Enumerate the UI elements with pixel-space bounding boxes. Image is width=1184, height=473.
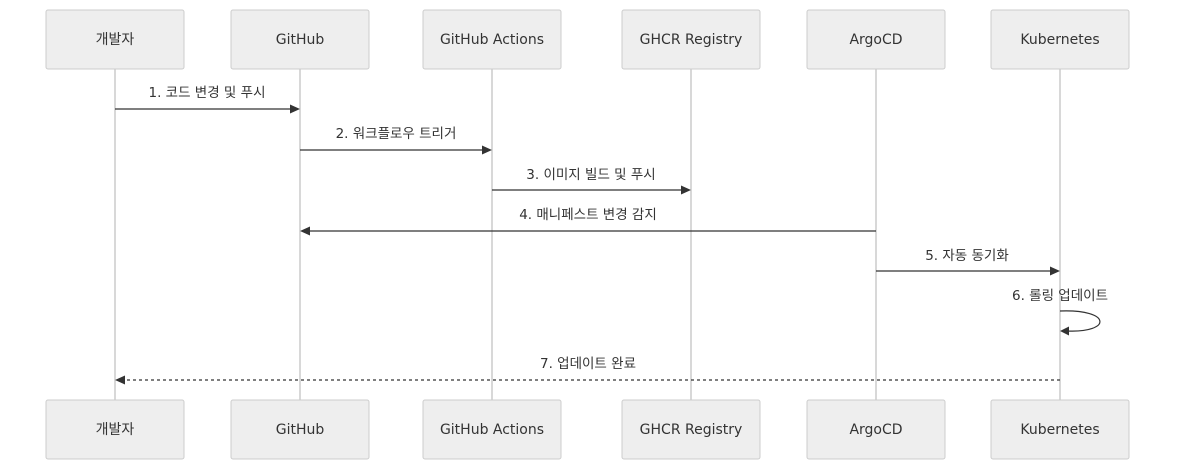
participant-label: ArgoCD <box>849 32 902 48</box>
message-label: 7. 업데이트 완료 <box>540 356 636 372</box>
participant-label: Kubernetes <box>1020 422 1099 438</box>
participant-k8s-top: Kubernetes <box>990 9 1130 70</box>
arrowhead-icon <box>1050 266 1060 276</box>
participant-dev-top: 개발자 <box>45 9 185 70</box>
participant-k8s-bottom: Kubernetes <box>990 399 1130 460</box>
message-4: 4. 매니페스트 변경 감지 <box>300 207 876 236</box>
message-label: 6. 롤링 업데이트 <box>1012 288 1108 304</box>
participant-argocd-top: ArgoCD <box>806 9 946 70</box>
message-7: 7. 업데이트 완료 <box>115 356 1060 385</box>
participant-ghcr-top: GHCR Registry <box>621 9 761 70</box>
participants-top: 개발자 GitHub GitHub Actions GHCR Registry … <box>45 9 1130 70</box>
participant-github-top: GitHub <box>230 9 370 70</box>
sequence-diagram: 개발자 GitHub GitHub Actions GHCR Registry … <box>45 9 1130 460</box>
participant-actions-bottom: GitHub Actions <box>422 399 562 460</box>
participant-label: GitHub Actions <box>440 422 544 438</box>
message-3: 3. 이미지 빌드 및 푸시 <box>492 167 691 195</box>
arrowhead-icon <box>482 145 492 155</box>
participants-bottom: 개발자 GitHub GitHub Actions GHCR Registry … <box>45 399 1130 460</box>
participant-label: Kubernetes <box>1020 32 1099 48</box>
participant-ghcr-bottom: GHCR Registry <box>621 399 761 460</box>
participant-label: GitHub Actions <box>440 32 544 48</box>
participant-label: GitHub <box>276 32 325 48</box>
participant-label: ArgoCD <box>849 422 902 438</box>
participant-argocd-bottom: ArgoCD <box>806 399 946 460</box>
arrowhead-icon <box>300 226 310 236</box>
message-label: 1. 코드 변경 및 푸시 <box>149 85 266 101</box>
participant-label: GitHub <box>276 422 325 438</box>
participant-label: 개발자 <box>96 32 135 48</box>
participant-label: GHCR Registry <box>640 32 743 48</box>
messages: 1. 코드 변경 및 푸시 2. 워크플로우 트리거 3. 이미지 빌드 및 푸… <box>115 85 1108 385</box>
arrowhead-icon <box>115 375 125 385</box>
message-5: 5. 자동 동기화 <box>876 248 1060 276</box>
message-label: 5. 자동 동기화 <box>925 248 1009 264</box>
message-label: 2. 워크플로우 트리거 <box>336 126 457 142</box>
participant-dev-bottom: 개발자 <box>45 399 185 460</box>
arrowhead-icon <box>681 185 691 195</box>
arrowhead-icon <box>1060 326 1069 336</box>
message-2: 2. 워크플로우 트리거 <box>300 126 492 155</box>
participant-actions-top: GitHub Actions <box>422 9 562 70</box>
lifelines <box>114 69 1061 400</box>
participant-label: 개발자 <box>96 422 135 438</box>
message-label: 4. 매니페스트 변경 감지 <box>519 207 657 223</box>
participant-label: GHCR Registry <box>640 422 743 438</box>
message-label: 3. 이미지 빌드 및 푸시 <box>526 167 655 183</box>
arrowhead-icon <box>290 104 300 114</box>
message-1: 1. 코드 변경 및 푸시 <box>115 85 300 114</box>
participant-github-bottom: GitHub <box>230 399 370 460</box>
